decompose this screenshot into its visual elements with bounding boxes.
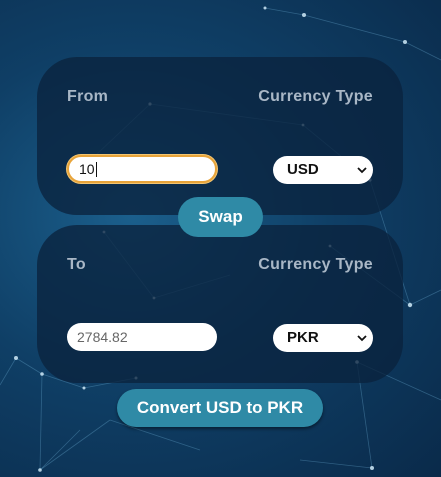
convert-button[interactable]: Convert USD to PKR — [117, 389, 323, 427]
to-amount-output[interactable]: 2784.82 — [67, 323, 217, 351]
from-label: From — [67, 88, 109, 105]
from-currency-value: USD — [287, 161, 319, 178]
text-caret — [95, 162, 97, 177]
chevron-down-icon — [357, 167, 367, 174]
from-amount-input[interactable]: 10 — [67, 155, 217, 183]
to-currency-type-label: Currency Type — [258, 256, 373, 273]
from-panel: From Currency Type 10 USD — [37, 57, 403, 215]
swap-button[interactable]: Swap — [178, 197, 263, 237]
to-currency-value: PKR — [287, 329, 319, 346]
from-amount-value: 10 — [79, 161, 95, 177]
from-currency-type-label: Currency Type — [258, 88, 373, 105]
from-currency-select[interactable]: USD — [273, 156, 373, 184]
chevron-down-icon — [357, 335, 367, 342]
to-label: To — [67, 256, 86, 273]
to-currency-select[interactable]: PKR — [273, 324, 373, 352]
to-panel: To Currency Type 2784.82 PKR — [37, 225, 403, 383]
